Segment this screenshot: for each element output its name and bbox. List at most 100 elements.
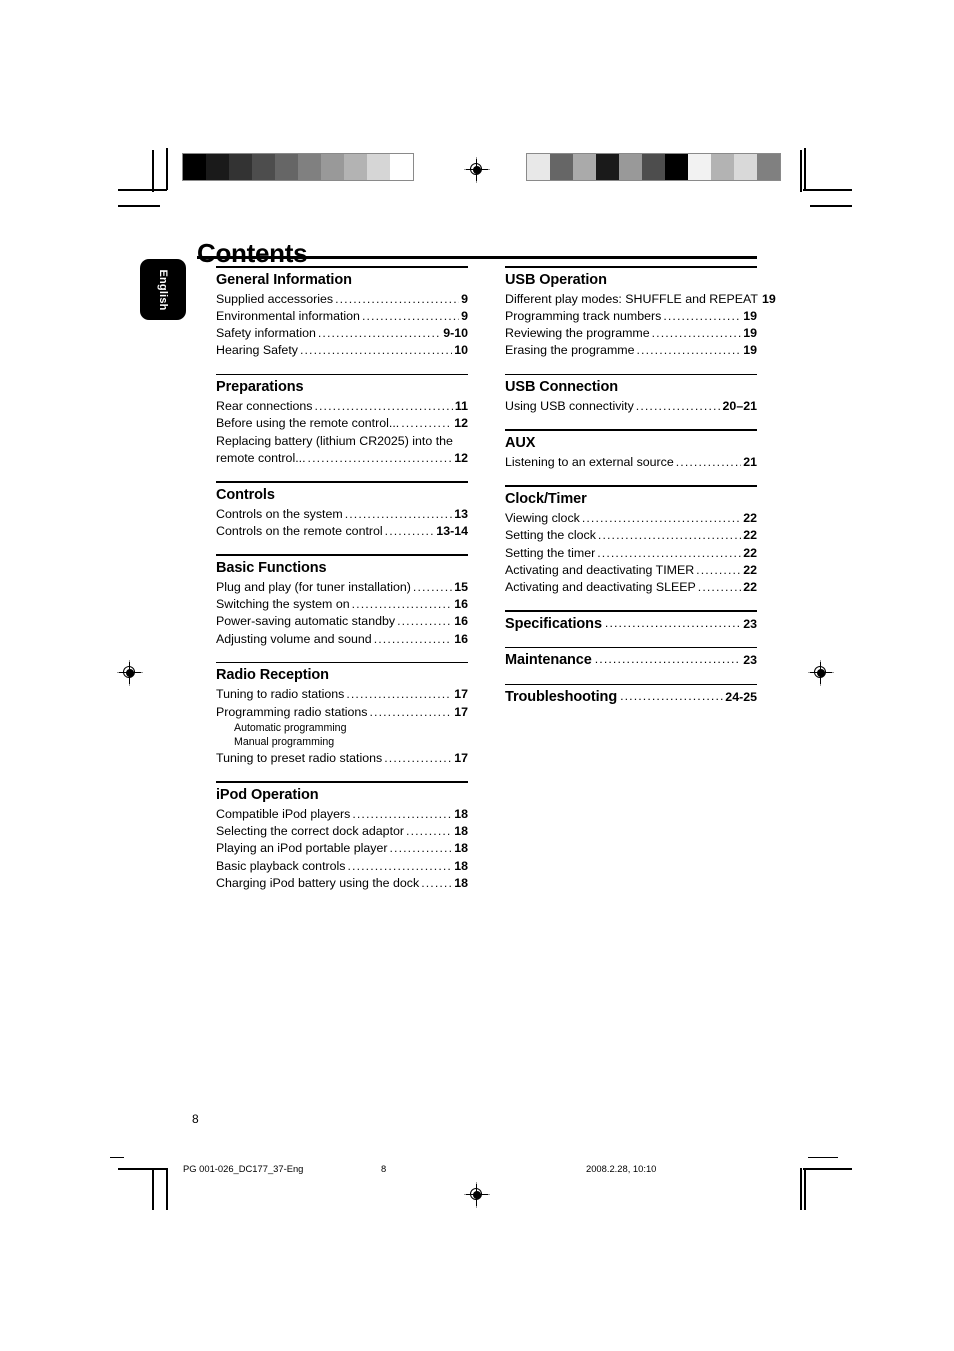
toc-entry-label: Programming radio stations [216,704,368,719]
toc-entry-label: Erasing the programme [505,343,635,358]
footer-filename: PG 001-026_DC177_37-Eng [183,1163,304,1174]
toc-entry[interactable]: Controls on the remote control 13-14 [216,523,468,540]
toc-section-heading: AUX [505,435,536,452]
gray-swatch-5 [298,154,321,180]
footer-page-number: 8 [381,1163,387,1174]
gray-swatch-9 [390,154,413,180]
toc-entry-wrapped-line[interactable]: Replacing battery (lithium CR2025) into … [216,433,468,450]
toc-entry-page: 18 [454,824,468,839]
toc-entry[interactable]: Environmental information 9 [216,308,468,325]
toc-entry[interactable]: Adjusting volume and sound 16 [216,631,468,648]
toc-section-heading-entry[interactable]: Troubleshooting 24-25 [505,688,757,706]
toc-section-rule [216,481,468,483]
toc-section-heading: USB Operation [505,271,607,288]
toc-leader-dots [652,325,742,342]
toc-entry[interactable]: Tuning to radio stations 17 [216,686,468,703]
toc-entry[interactable]: Hearing Safety 10 [216,342,468,359]
toc-entry[interactable]: Viewing clock 22 [505,510,757,527]
toc-entry[interactable]: Erasing the programme 19 [505,342,757,359]
gray-swatch-8 [367,154,390,180]
gray-swatch-1 [206,154,229,180]
toc-leader-dots [352,806,452,823]
footer-rule-right [808,1157,838,1159]
toc-entry-label: Switching the system on [216,597,350,612]
toc-entry-page: 23 [743,653,757,668]
toc-entry-label: Viewing clock [505,511,580,526]
toc-section: iPod OperationCompatible iPod players18S… [216,781,468,892]
toc-entry[interactable]: Tuning to preset radio stations 17 [216,750,468,767]
toc-entry-label: Tuning to radio stations [216,687,345,702]
toc-entry[interactable]: Controls on the system 13 [216,506,468,523]
toc-entry-page: 18 [454,858,468,873]
toc-entry-page: 19 [743,326,757,341]
grayscale-calibration-bar-left [182,153,414,181]
toc-entry[interactable]: Before using the remote control... 12 [216,415,468,432]
toc-entry-page: 18 [454,806,468,821]
toc-entry[interactable]: Power-saving automatic standby 16 [216,613,468,630]
toc-entry-page: 16 [454,631,468,646]
toc-section-heading: General Information [216,271,352,288]
toc-leader-dots [318,325,441,342]
toc-leader-dots [595,652,741,666]
crop-tick-bottom-left [152,1168,154,1210]
toc-leader-dots [597,545,741,562]
toc-leader-dots [397,613,452,630]
toc-entry[interactable]: Playing an iPod portable player 18 [216,840,468,857]
toc-entry[interactable]: Switching the system on 16 [216,596,468,613]
toc-section: USB Connection Using USB connectivity 20–2… [505,373,757,416]
toc-entry[interactable]: Supplied accessories 9 [216,291,468,308]
toc-entry-page: 17 [454,751,468,766]
toc-section-rule [216,661,468,664]
toc-entry[interactable]: Reviewing the programme 19 [505,325,757,342]
toc-entry[interactable]: Using USB connectivity 20–21 [505,398,757,415]
toc-leader-dots [300,342,452,359]
toc-leader-dots [390,840,453,857]
toc-leader-dots [401,415,452,432]
toc-entry[interactable]: Selecting the correct dock adaptor 18 [216,823,468,840]
registration-target-right [808,660,834,686]
grayscale-calibration-bar-right [526,153,781,181]
toc-entry[interactable]: Charging iPod battery using the dock 18 [216,875,468,892]
toc-leader-dots [421,875,452,892]
toc-entry-page: 22 [743,562,757,577]
toc-section-heading-entry[interactable]: Specifications 23 [505,615,757,633]
registration-target-top [464,157,490,183]
title-rule [197,256,757,260]
toc-entry-label: Adjusting volume and sound [216,631,372,646]
toc-section-heading-entry[interactable]: Maintenance 23 [505,651,757,669]
toc-entry[interactable]: Setting the timer 22 [505,545,757,562]
toc-section-rule [216,781,468,783]
toc-section: Maintenance 23 [505,646,757,670]
toc-entry-page: 17 [454,704,468,719]
toc-leader-dots [314,398,452,415]
toc-entry-label: Controls on the remote control [216,523,383,538]
toc-entry[interactable]: Setting the clock 22 [505,527,757,544]
gray-swatch-10 [757,154,780,180]
toc-leader-dots [362,308,459,325]
crop-tick-bottom-right [800,1168,802,1210]
toc-entry-page: 10 [454,343,468,358]
toc-entry[interactable]: Activating and deactivating SLEEP 22 [505,579,757,596]
toc-entry[interactable]: Listening to an external source 21 [505,454,757,471]
gray-swatch-3 [596,154,619,180]
crop-tick-top-right [800,150,802,192]
toc-entry-page: 9-10 [443,326,468,341]
toc-section-heading: Specifications [505,615,602,632]
toc-entry[interactable]: Programming radio stations 17 [216,704,468,721]
toc-entry[interactable]: Different play modes: SHUFFLE and REPEAT… [505,291,776,308]
toc-entry[interactable]: Safety information 9-10 [216,325,468,342]
toc-section-rule [216,554,468,556]
toc-entry[interactable]: remote control... 12 [216,450,468,467]
toc-entry[interactable]: Programming track numbers 19 [505,308,757,325]
toc-entry-label: Using USB connectivity [505,399,634,414]
toc-entry[interactable]: Compatible iPod players 18 [216,806,468,823]
toc-entry[interactable]: Rear connections 11 [216,398,468,415]
toc-entry-label: Charging iPod battery using the dock [216,875,420,890]
toc-leader-dots [374,631,453,648]
toc-entry-label: Basic playback controls [216,858,346,873]
toc-entry[interactable]: Basic playback controls 18 [216,858,468,875]
toc-entry-page: 18 [454,875,468,890]
toc-leader-dots [346,686,452,703]
toc-entry[interactable]: Activating and deactivating TIMER 22 [505,562,757,579]
toc-entry[interactable]: Plug and play (for tuner installation) 15 [216,579,468,596]
